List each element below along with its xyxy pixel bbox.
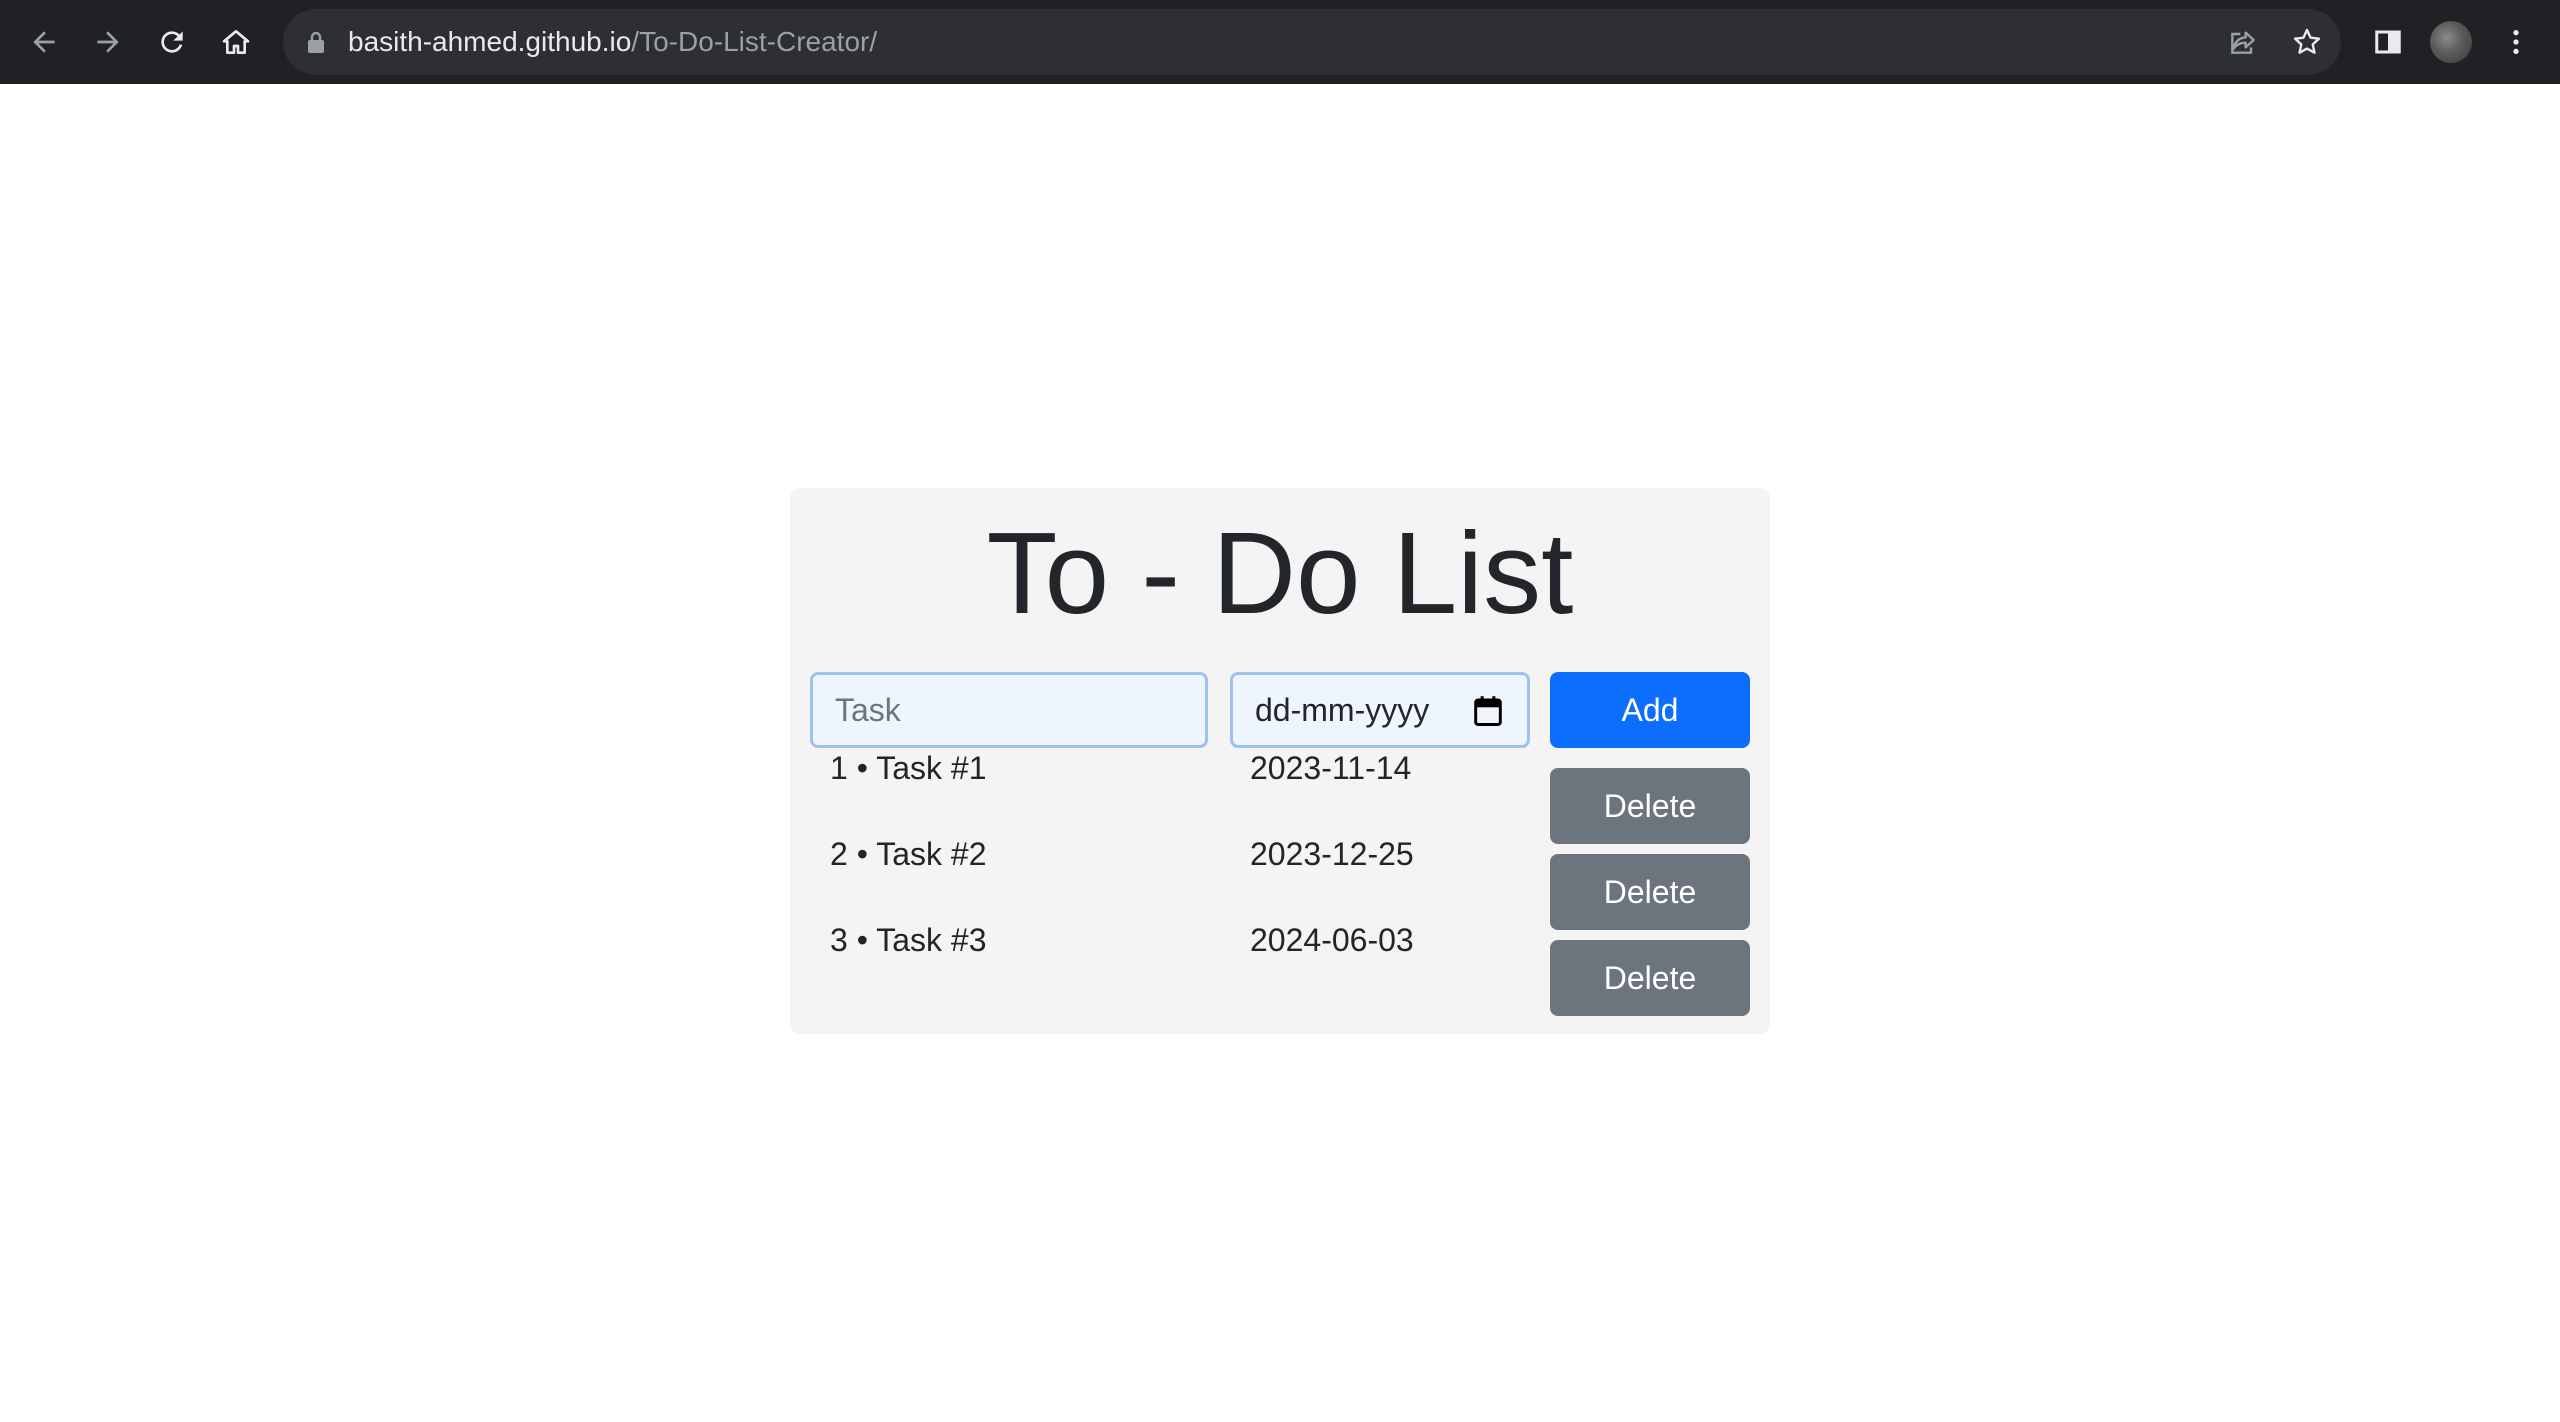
reload-icon[interactable] xyxy=(148,18,196,66)
forward-arrow-icon[interactable] xyxy=(84,18,132,66)
delete-button[interactable]: Delete xyxy=(1550,768,1750,844)
share-icon[interactable] xyxy=(2223,22,2263,62)
page-content: To - Do List dd-mm-yyyy Add 1 • Task #1 … xyxy=(0,84,2560,1422)
address-bar[interactable]: basith-ahmed.github.io/To-Do-List-Creato… xyxy=(283,9,2341,75)
task-input[interactable] xyxy=(810,672,1208,748)
date-placeholder: dd-mm-yyyy xyxy=(1255,692,1430,728)
home-icon[interactable] xyxy=(212,18,260,66)
url-host: basith-ahmed.github.io xyxy=(348,26,632,57)
browser-toolbar: basith-ahmed.github.io/To-Do-List-Creato… xyxy=(0,0,2560,84)
side-panel-icon[interactable] xyxy=(2364,18,2412,66)
task-date: 2023-12-25 xyxy=(1250,836,1414,872)
url-text[interactable]: basith-ahmed.github.io/To-Do-List-Creato… xyxy=(348,9,877,75)
calendar-icon[interactable] xyxy=(1473,695,1503,732)
avatar[interactable] xyxy=(2430,21,2472,63)
lock-icon[interactable] xyxy=(305,30,327,59)
back-arrow-icon[interactable] xyxy=(20,18,68,66)
add-button[interactable]: Add xyxy=(1550,672,1750,748)
task-date: 2023-11-14 xyxy=(1250,750,1412,786)
star-icon[interactable] xyxy=(2287,22,2327,62)
page-title: To - Do List xyxy=(986,508,1574,638)
kebab-menu-icon[interactable] xyxy=(2492,18,2540,66)
date-input[interactable]: dd-mm-yyyy xyxy=(1230,672,1530,748)
url-path: /To-Do-List-Creator/ xyxy=(631,26,878,57)
delete-button[interactable]: Delete xyxy=(1550,940,1750,1016)
task-name: 3 • Task #3 xyxy=(830,922,987,958)
todo-card: To - Do List dd-mm-yyyy Add 1 • Task #1 … xyxy=(790,488,1770,1034)
task-name: 1 • Task #1 xyxy=(830,750,987,786)
delete-button[interactable]: Delete xyxy=(1550,854,1750,930)
task-name: 2 • Task #2 xyxy=(830,836,987,872)
task-date: 2024-06-03 xyxy=(1250,922,1414,958)
